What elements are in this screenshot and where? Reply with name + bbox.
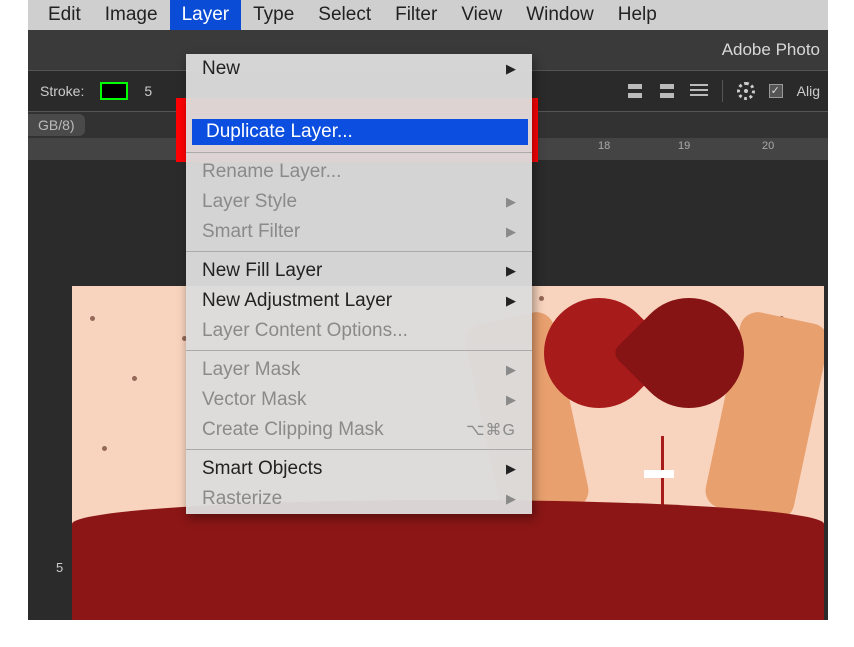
ruler-mark: 20 <box>762 140 774 152</box>
stroke-color-swatch[interactable] <box>100 82 128 100</box>
align-checkbox[interactable] <box>769 84 783 98</box>
submenu-arrow-icon: ▶ <box>506 392 516 408</box>
menu-separator <box>186 449 532 450</box>
menu-item-vector-mask: Vector Mask ▶ <box>186 385 532 415</box>
menu-item-create-clipping-mask: Create Clipping Mask ⌥⌘G <box>186 415 532 445</box>
stroke-width-value[interactable]: 5 <box>144 83 152 99</box>
submenu-arrow-icon: ▶ <box>506 491 516 507</box>
align-edges-icon[interactable] <box>626 84 644 98</box>
menu-view[interactable]: View <box>449 0 514 30</box>
ruler-mark: 19 <box>678 140 690 152</box>
menu-type[interactable]: Type <box>241 0 306 30</box>
submenu-arrow-icon: ▶ <box>506 61 516 77</box>
menu-item-layer-mask: Layer Mask ▶ <box>186 355 532 385</box>
canvas-bandage <box>644 470 674 478</box>
menu-image[interactable]: Image <box>93 0 170 30</box>
align-checkbox-label: Alig <box>797 83 820 99</box>
menu-item-label: Vector Mask <box>202 389 307 411</box>
gear-icon[interactable] <box>737 82 755 100</box>
menu-separator <box>186 251 532 252</box>
menu-item-label: Create Clipping Mask <box>202 419 384 441</box>
document-tab[interactable]: GB/8) <box>28 114 85 136</box>
submenu-arrow-icon: ▶ <box>506 224 516 240</box>
menu-item-duplicate-layer[interactable]: Duplicate Layer... <box>192 119 528 145</box>
submenu-arrow-icon: ▶ <box>506 194 516 210</box>
menu-item-smart-objects[interactable]: Smart Objects ▶ <box>186 454 532 484</box>
app-title: Adobe Photo <box>722 40 820 60</box>
menu-item-label: Rasterize <box>202 488 282 510</box>
menu-item-label: Smart Filter <box>202 221 300 243</box>
vertical-ruler-mark: 5 <box>56 560 63 575</box>
menu-item-new[interactable]: New ▶ <box>186 54 532 84</box>
menu-layer[interactable]: Layer <box>170 0 242 30</box>
menu-item-label: New Fill Layer <box>202 260 322 282</box>
distribute-icon[interactable] <box>658 84 676 98</box>
stroke-label: Stroke: <box>40 83 84 99</box>
submenu-arrow-icon: ▶ <box>506 293 516 309</box>
submenu-arrow-icon: ▶ <box>506 263 516 279</box>
menu-item-label: Layer Style <box>202 191 297 213</box>
menu-item-smart-filter: Smart Filter ▶ <box>186 217 532 247</box>
menu-item-layer-content-options: Layer Content Options... <box>186 316 532 346</box>
menu-help[interactable]: Help <box>606 0 669 30</box>
menu-separator <box>186 350 532 351</box>
separator <box>722 80 723 102</box>
layer-stack-icon[interactable] <box>690 84 708 98</box>
ruler-mark: 18 <box>598 140 610 152</box>
menu-item-rasterize: Rasterize ▶ <box>186 484 532 514</box>
menu-item-label: New <box>202 58 240 80</box>
menu-item-label: Duplicate Layer... <box>206 121 353 143</box>
menu-select[interactable]: Select <box>306 0 383 30</box>
submenu-arrow-icon: ▶ <box>506 461 516 477</box>
menubar: Edit Image Layer Type Select Filter View… <box>28 0 828 30</box>
menu-item-layer-style: Layer Style ▶ <box>186 187 532 217</box>
menu-filter[interactable]: Filter <box>383 0 449 30</box>
menu-item-label: Layer Mask <box>202 359 300 381</box>
menu-item-new-fill-layer[interactable]: New Fill Layer ▶ <box>186 256 532 286</box>
menu-item-label: Smart Objects <box>202 458 322 480</box>
menu-item-rename-layer: Rename Layer... <box>186 157 532 187</box>
menu-separator <box>186 152 532 153</box>
menu-window[interactable]: Window <box>514 0 606 30</box>
submenu-arrow-icon: ▶ <box>506 362 516 378</box>
menu-item-label: New Adjustment Layer <box>202 290 392 312</box>
menu-edit[interactable]: Edit <box>36 0 93 30</box>
menu-shortcut: ⌥⌘G <box>466 420 516 440</box>
menu-item-label: Layer Content Options... <box>202 320 408 342</box>
menu-item-label: Rename Layer... <box>202 161 341 183</box>
menu-item-new-adjustment-layer[interactable]: New Adjustment Layer ▶ <box>186 286 532 316</box>
canvas-ground <box>72 500 824 620</box>
